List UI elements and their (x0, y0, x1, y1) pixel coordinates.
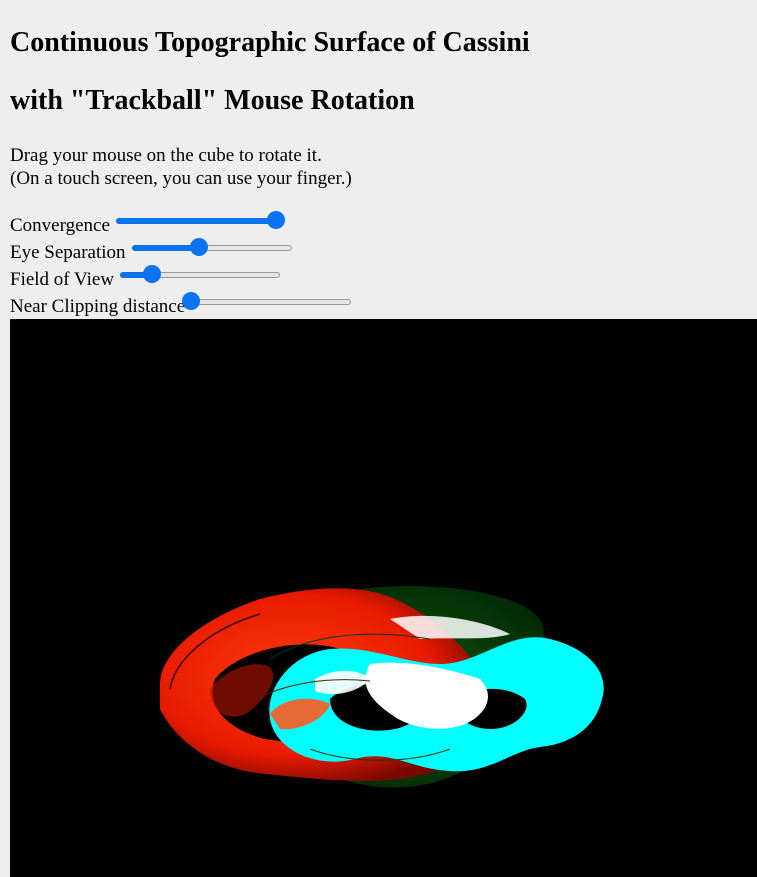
page-title-line-2: with "Trackball" Mouse Rotation (10, 85, 415, 116)
near-clipping-slider[interactable] (182, 291, 352, 311)
slider-thumb[interactable] (182, 291, 201, 310)
slider-fill (131, 244, 199, 251)
field-of-view-control: Field of View (10, 264, 351, 291)
field-of-view-slider[interactable] (120, 264, 281, 284)
near-clipping-label: Near Clipping distance (10, 296, 186, 317)
convergence-label: Convergence (10, 215, 110, 236)
instructions-line-2: (On a touch screen, you can use your fin… (10, 168, 352, 189)
instructions: Drag your mouse on the cube to rotate it… (10, 144, 352, 190)
slider-track (191, 298, 352, 305)
convergence-slider[interactable] (115, 210, 285, 230)
field-of-view-label: Field of View (10, 269, 115, 290)
slider-fill (115, 217, 276, 224)
anaglyph-canvas[interactable] (10, 319, 757, 877)
slider-thumb[interactable] (266, 210, 285, 229)
instructions-line-1: Drag your mouse on the cube to rotate it… (10, 145, 322, 166)
slider-thumb[interactable] (189, 237, 208, 256)
eye-separation-control: Eye Separation (10, 237, 351, 264)
stereo-controls: Convergence Eye Separation Field of View (10, 210, 352, 318)
eye-separation-label: Eye Separation (10, 242, 126, 263)
cassini-surface-render (160, 586, 604, 788)
page-title-line-1: Continuous Topographic Surface of Cassin… (10, 27, 530, 58)
eye-separation-slider[interactable] (131, 237, 292, 257)
near-clipping-control: Near Clipping distance (10, 291, 352, 318)
convergence-control: Convergence (10, 210, 351, 237)
page: Continuous Topographic Surface of Cassin… (0, 0, 757, 877)
slider-thumb[interactable] (143, 264, 162, 283)
